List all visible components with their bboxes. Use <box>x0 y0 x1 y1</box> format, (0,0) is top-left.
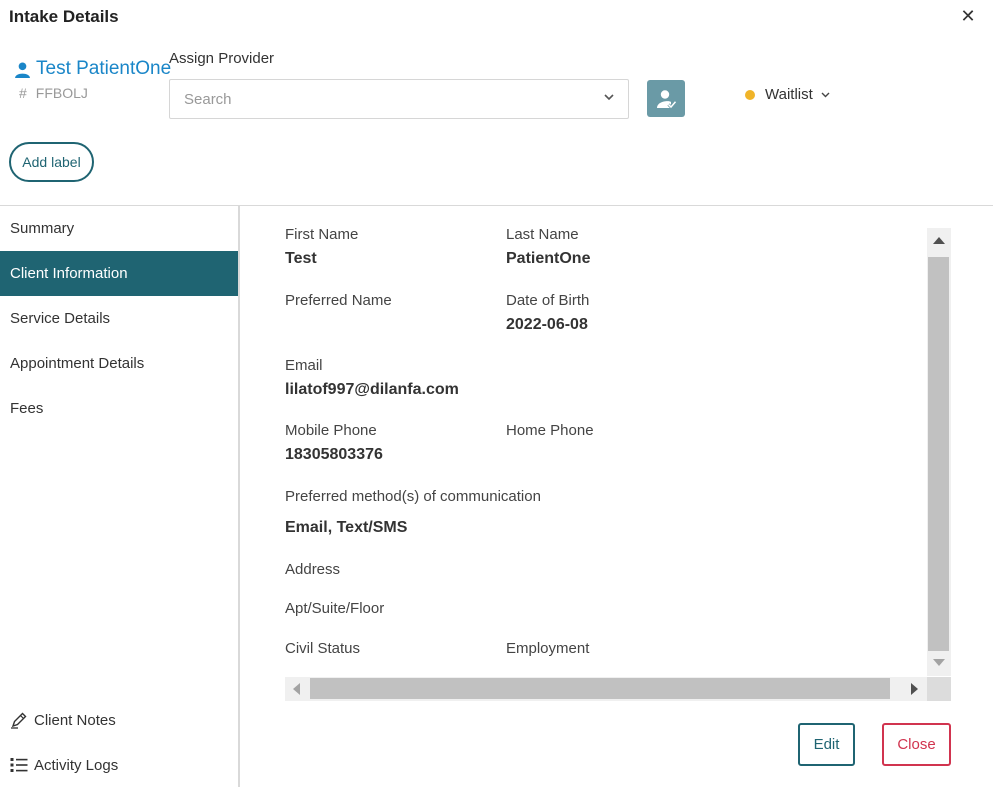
user-icon <box>15 61 30 78</box>
patient-id-value: FFBOLJ <box>35 85 88 101</box>
civil-status-label: Civil Status <box>285 640 361 657</box>
mobile-phone-value: 18305803376 <box>285 446 383 463</box>
sidebar-item-summary[interactable]: Summary <box>0 206 238 251</box>
patient-name: Test PatientOne <box>36 58 172 79</box>
horizontal-scrollbar[interactable] <box>285 677 927 701</box>
scroll-up-icon[interactable] <box>933 237 945 244</box>
status-label: Waitlist <box>765 86 813 103</box>
scrollbar-corner <box>927 677 951 701</box>
dob-label: Date of Birth <box>506 292 590 309</box>
apt-label: Apt/Suite/Floor <box>285 600 385 617</box>
last-name-label: Last Name <box>506 226 579 243</box>
sidebar-item-activity-logs[interactable]: Activity Logs <box>10 756 118 774</box>
communication-value: Email, Text/SMS <box>285 519 408 536</box>
patient-info: Test PatientOne # FFBOLJ <box>14 58 171 101</box>
sidebar-divider <box>238 206 240 787</box>
scroll-down-icon[interactable] <box>933 659 945 666</box>
last-name-value: PatientOne <box>506 250 591 267</box>
scroll-right-icon[interactable] <box>911 683 918 695</box>
list-icon <box>10 758 28 772</box>
home-phone-label: Home Phone <box>506 422 594 439</box>
dialog-title: Intake Details <box>9 7 119 26</box>
activity-logs-label: Activity Logs <box>34 756 119 774</box>
user-check-icon <box>657 89 677 109</box>
horizontal-scroll-thumb[interactable] <box>310 678 890 699</box>
email-value: lilatof997@dilanfa.com <box>285 381 459 398</box>
status-dropdown[interactable]: Waitlist <box>745 86 831 103</box>
sidebar-item-fees[interactable]: Fees <box>0 386 238 431</box>
hash-icon: # <box>19 85 27 101</box>
patient-name-link[interactable]: Test PatientOne <box>14 58 171 80</box>
address-label: Address <box>285 561 341 578</box>
sidebar-item-client-notes[interactable]: Client Notes <box>10 711 116 729</box>
email-label: Email <box>285 357 323 374</box>
sidebar-item-client-information[interactable]: Client Information <box>0 251 238 296</box>
preferred-name-label: Preferred Name <box>285 292 392 309</box>
close-icon[interactable]: ✕ <box>958 6 978 26</box>
chevron-down-icon <box>604 94 614 101</box>
dob-value: 2022-06-08 <box>506 316 588 333</box>
search-placeholder: Search <box>184 90 232 108</box>
vertical-scroll-thumb[interactable] <box>928 257 949 651</box>
vertical-scrollbar[interactable] <box>927 228 951 676</box>
client-notes-label: Client Notes <box>34 711 116 729</box>
assign-provider-label: Assign Provider <box>169 50 275 67</box>
scroll-left-icon[interactable] <box>293 683 300 695</box>
sidebar-item-appointment-details[interactable]: Appointment Details <box>0 341 238 386</box>
pen-icon <box>11 712 27 729</box>
first-name-label: First Name <box>285 226 359 243</box>
provider-search-select[interactable]: Search <box>169 79 629 119</box>
first-name-value: Test <box>285 250 317 267</box>
status-dot <box>745 89 755 100</box>
sidebar-item-service-details[interactable]: Service Details <box>0 296 238 341</box>
chevron-down-icon <box>821 92 830 98</box>
add-label-button[interactable]: Add label <box>9 142 94 182</box>
employment-label: Employment <box>506 640 590 657</box>
close-button[interactable]: Close <box>882 723 951 766</box>
edit-button[interactable]: Edit <box>798 723 855 766</box>
assign-provider-button[interactable] <box>647 80 685 117</box>
communication-label: Preferred method(s) of communication <box>285 488 541 505</box>
patient-id: # FFBOLJ <box>19 85 171 101</box>
mobile-phone-label: Mobile Phone <box>285 422 377 439</box>
